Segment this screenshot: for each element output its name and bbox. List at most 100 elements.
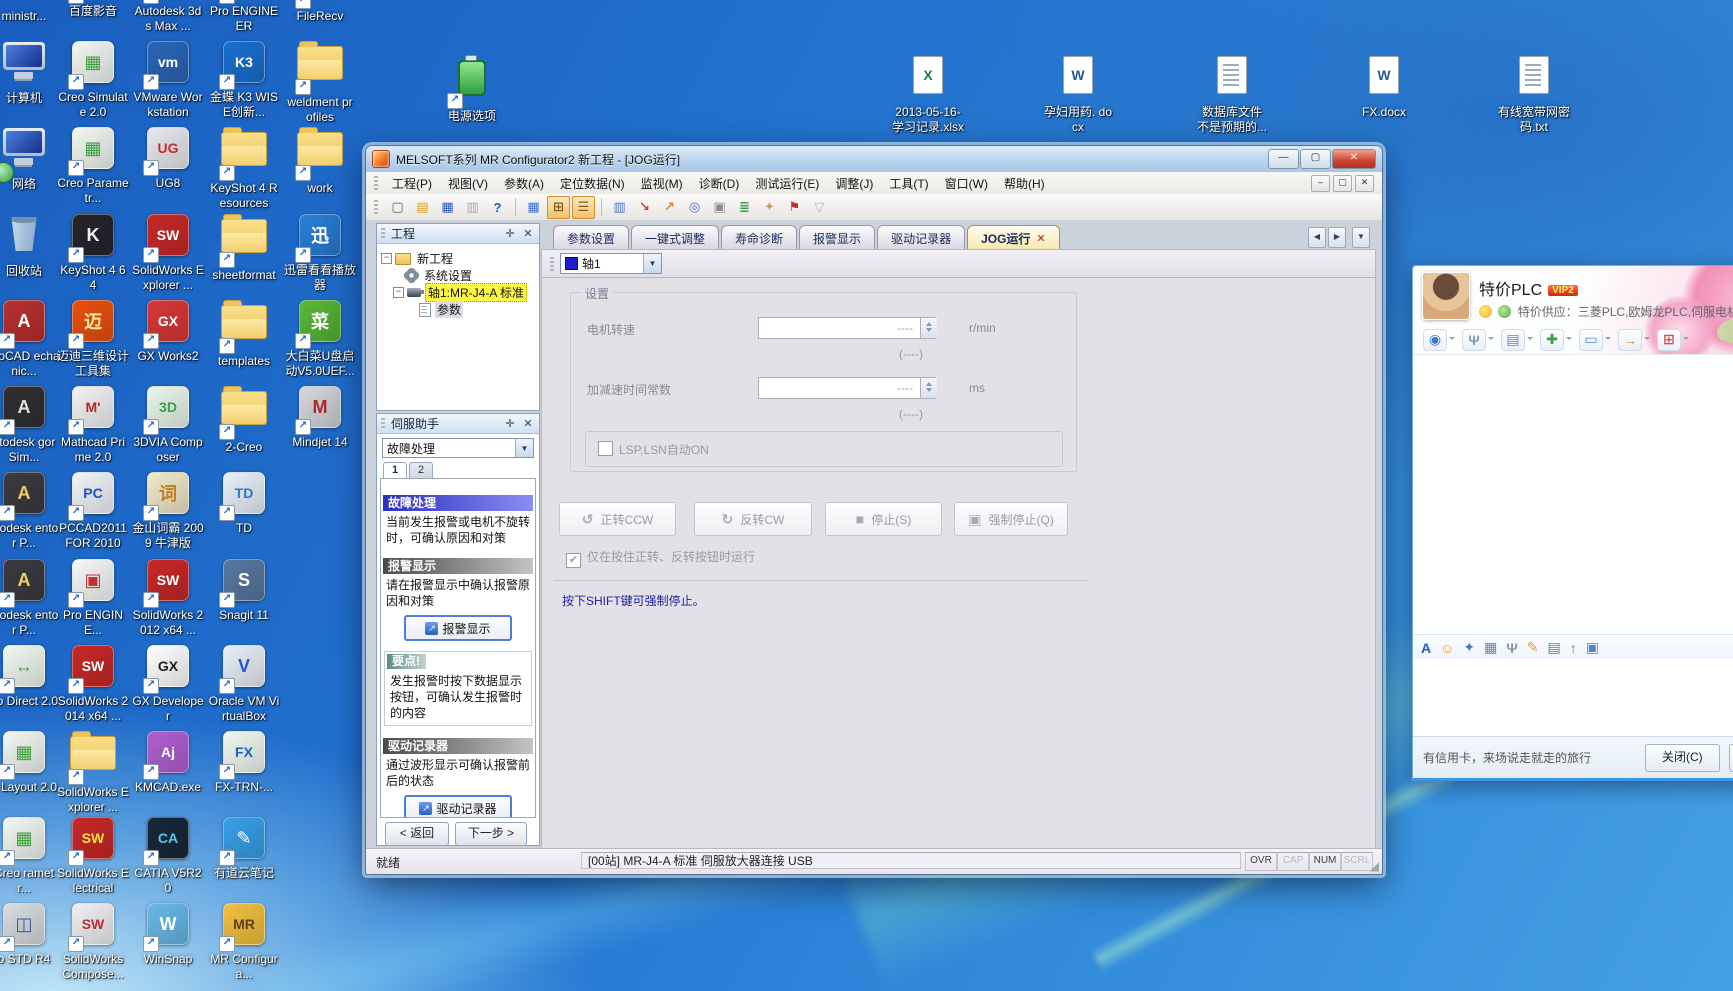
screen-share-icon[interactable]: → [1618, 329, 1650, 351]
axis-select[interactable]: 轴1 ▼ [560, 253, 662, 274]
qq-apps-icon[interactable]: ⊞ [1657, 329, 1689, 351]
back-button[interactable]: < 返回 [385, 822, 449, 846]
desktop-file-icon[interactable]: WFX.docx [1348, 52, 1420, 120]
screen-rec-icon[interactable]: ▣ [1586, 639, 1599, 656]
assistant-mode-select[interactable]: 故障处理 ▼ [382, 438, 534, 458]
close-icon[interactable]: ✕ [521, 227, 535, 240]
desktop-icon[interactable]: MR↗MR Configura... [208, 900, 280, 982]
menu-item[interactable]: 调整(J) [827, 173, 881, 194]
desktop-icon[interactable]: ↗2-Creo [208, 383, 280, 455]
desktop-icon[interactable]: ↗FileRecv [284, 0, 356, 24]
desktop-icon[interactable]: TD↗TD [208, 469, 280, 536]
tab-scroll-right-icon[interactable]: ▶ [1328, 227, 1346, 248]
menu-item[interactable]: 参数(A) [496, 173, 552, 194]
resize-grip[interactable]: ◢ [1370, 859, 1379, 873]
desktop-icon[interactable]: 迅↗迅雷看看播放器 [284, 211, 356, 293]
chevron-down-icon[interactable]: ▼ [515, 439, 533, 457]
tree-item[interactable]: 系统设置 [377, 267, 539, 284]
chevron-down-icon[interactable] [1449, 337, 1455, 343]
desktop-icon[interactable]: ▦↗Creo Simulate 2.0 [57, 38, 129, 120]
copy-icon[interactable]: ▣ [708, 196, 731, 219]
desktop-icon[interactable]: M↗Mindjet 14 [284, 383, 356, 450]
expander-icon[interactable]: − [381, 253, 392, 264]
desktop-icon[interactable]: 回收站 [0, 211, 60, 279]
assistant-panel-titlebar[interactable]: 伺服助手 ✛ ✕ [377, 414, 539, 434]
save-icon[interactable]: ▦ [436, 196, 459, 219]
tab-驱动记录器[interactable]: 驱动记录器 [877, 225, 965, 250]
spinner-icon[interactable] [920, 378, 937, 398]
chevron-down-icon[interactable] [1644, 337, 1650, 343]
desktop-icon[interactable]: UG↗UG8 [132, 124, 204, 191]
image-icon[interactable]: ▤ [1547, 639, 1560, 656]
print-icon[interactable]: ▥ [461, 196, 484, 219]
lsp-checkbox[interactable] [598, 441, 613, 456]
chevron-down-icon[interactable] [1683, 337, 1689, 343]
desktop-icon[interactable]: 词↗金山词霸 2009 牛津版 [132, 469, 204, 551]
desktop-icon[interactable]: 计算机 [0, 38, 60, 106]
assistant-tab-1[interactable]: 1 [383, 462, 407, 479]
desktop-icon[interactable]: ↗KeyShot 4 Resources [208, 124, 280, 211]
help-icon[interactable]: ? [486, 196, 509, 219]
chevron-down-icon[interactable]: ▼ [643, 254, 661, 273]
title-bar[interactable]: MELSOFT系列 MR Configurator2 新工程 - [JOG运行]… [366, 146, 1382, 172]
menu-item[interactable]: 帮助(H) [996, 173, 1053, 194]
desktop-icon[interactable]: A↗utoCAD echanic... [0, 297, 60, 379]
graph-icon[interactable]: ≣ [733, 196, 756, 219]
star-icon[interactable] [1479, 305, 1492, 318]
desktop-icon[interactable]: FX↗FX-TRN-... [208, 728, 280, 795]
maximize-button[interactable]: ▢ [1300, 149, 1331, 169]
tab-scroll-left-icon[interactable]: ◀ [1308, 227, 1326, 248]
desktop-icon[interactable]: 菜↗大白菜U盘启 动V5.0UEF... [284, 297, 356, 379]
desktop-file-icon[interactable]: X2013-05-16-学习记录.xlsx [892, 52, 964, 135]
menu-item[interactable]: 视图(V) [440, 173, 496, 194]
tree-item[interactable]: 参数 [377, 301, 539, 318]
tab-报警显示[interactable]: 报警显示 [799, 225, 875, 250]
mdi-minimize-icon[interactable]: – [1311, 175, 1330, 192]
spinner-icon[interactable] [920, 318, 937, 338]
mdi-close-icon[interactable]: ✕ [1355, 175, 1374, 192]
chat-close-button[interactable]: 关闭(C) [1645, 744, 1720, 772]
spin-up-icon[interactable] [926, 379, 932, 386]
desktop-icon[interactable]: ▦↗Creo Parametr... [57, 124, 129, 206]
open-file-icon[interactable]: ▤ [411, 196, 434, 219]
desktop-file-icon[interactable]: W孕妇用药. docx [1042, 52, 1114, 135]
tab-参数设置[interactable]: 参数设置 [553, 225, 629, 250]
chat-send-button[interactable]: 发送(S) [1729, 744, 1733, 772]
desktop-icon[interactable]: 3D↗3DVIA Composer [132, 383, 204, 465]
desktop-icon[interactable]: A↗utodesk entor P... [0, 469, 60, 551]
project-tree-toggle-icon[interactable]: ⊞ [547, 196, 570, 219]
desktop-icon[interactable]: GX↗GX Works2 [132, 297, 204, 364]
file-send-icon[interactable]: ↑ [1570, 640, 1577, 656]
reverse-cw-button[interactable]: ↻反转CW [694, 502, 812, 536]
spin-up-icon[interactable] [926, 319, 932, 326]
desktop-icon[interactable]: ↔↗eo Direct 2.0 [0, 642, 60, 709]
desktop-icon[interactable]: M'↗Mathcad Prime 2.0 [57, 383, 129, 465]
tree-item[interactable]: −轴1:MR-J4-A 标准 [377, 284, 539, 301]
field-input[interactable]: ---- [758, 377, 936, 399]
send-file-icon[interactable]: ▤ [1501, 329, 1533, 351]
tab-JOG运行[interactable]: JOG运行✕ [967, 225, 1060, 250]
close-button[interactable]: ✕ [1332, 149, 1376, 169]
minimize-button[interactable]: — [1268, 149, 1299, 169]
power-options-icon[interactable]: ↗电源选项 [436, 52, 508, 124]
new-file-icon[interactable]: ▢ [386, 196, 409, 219]
project-panel-titlebar[interactable]: 工程 ✛ ✕ [377, 224, 539, 244]
tab-一键式调整[interactable]: 一键式调整 [631, 225, 719, 250]
disabled-icon[interactable]: ▽ [808, 196, 831, 219]
desktop-icon[interactable]: A↗utodesk gor Sim... [0, 383, 60, 465]
next-button[interactable]: 下一步 > [455, 822, 527, 846]
screenshot-icon[interactable]: ▦ [1484, 639, 1497, 656]
display-icon[interactable]: ▥ [608, 196, 631, 219]
video-call-icon[interactable]: ◉ [1423, 329, 1455, 351]
tab-menu-icon[interactable]: ▼ [1352, 227, 1370, 248]
menu-item[interactable]: 定位数据(N) [552, 173, 633, 194]
desktop-icon[interactable]: 迈↗迈迪三维设计 工具集 [57, 297, 129, 379]
note-icon[interactable]: ✎ [1527, 639, 1539, 656]
stop-button[interactable]: ■停止(S) [825, 502, 942, 536]
chevron-down-icon[interactable] [1605, 337, 1611, 343]
desktop-icon[interactable]: K3↗金蝶 K3 WISE创新... [208, 38, 280, 120]
assistant-drive-recorder-button[interactable]: ↗驱动记录器 [404, 795, 512, 818]
desktop-icon[interactable]: W↗WinSnap [132, 900, 204, 967]
desktop-icon[interactable]: ▦↗o Layout 2.0 [0, 728, 60, 795]
desktop-file-icon[interactable]: 数据库文件 不是预期的... [1196, 52, 1268, 135]
